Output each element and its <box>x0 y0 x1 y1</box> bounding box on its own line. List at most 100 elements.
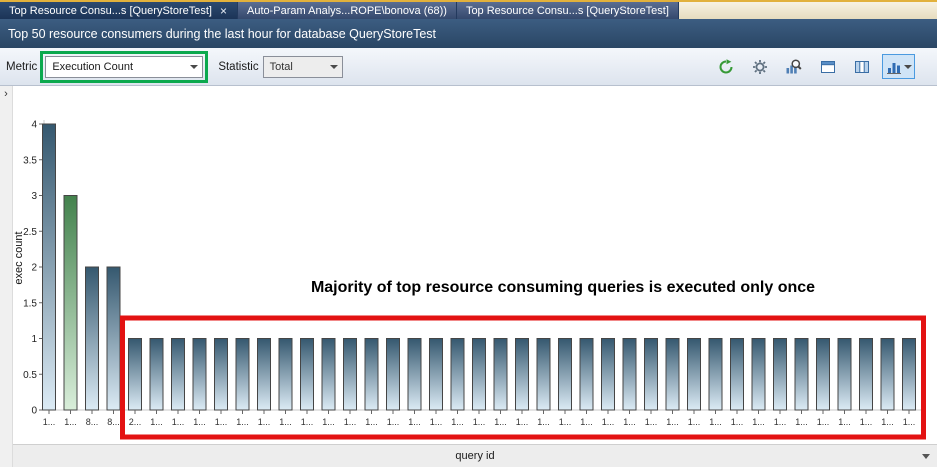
svg-text:1...: 1... <box>881 417 894 427</box>
svg-text:1...: 1... <box>795 417 808 427</box>
tab-close-icon[interactable]: × <box>219 6 228 16</box>
refresh-icon <box>718 59 734 75</box>
svg-text:1...: 1... <box>559 417 572 427</box>
bar[interactable] <box>559 339 572 411</box>
annotation-text: Majority of top resource consuming queri… <box>311 279 815 296</box>
svg-text:1...: 1... <box>731 417 744 427</box>
svg-text:1...: 1... <box>516 417 529 427</box>
svg-text:1...: 1... <box>817 417 830 427</box>
svg-text:2...: 2... <box>129 417 142 427</box>
bar[interactable] <box>86 267 99 410</box>
chevron-down-icon <box>904 65 912 69</box>
bar[interactable] <box>752 339 765 411</box>
bar[interactable] <box>688 339 701 411</box>
bar[interactable] <box>580 339 593 411</box>
svg-text:1...: 1... <box>451 417 464 427</box>
svg-text:1...: 1... <box>193 417 206 427</box>
tab-top-resource-consumers-1[interactable]: Top Resource Consu...s [QueryStoreTest] … <box>0 2 238 19</box>
bar[interactable] <box>150 339 163 411</box>
bar[interactable] <box>107 267 120 410</box>
bar-highlighted[interactable] <box>64 196 77 411</box>
statistic-dropdown[interactable]: Total <box>263 56 343 78</box>
bar[interactable] <box>494 339 507 411</box>
x-axis-strip: query id <box>13 444 937 467</box>
bar[interactable] <box>881 339 894 411</box>
statistic-label: Statistic <box>218 61 258 73</box>
svg-text:1.5: 1.5 <box>23 298 37 309</box>
bar[interactable] <box>129 339 142 411</box>
settings-button[interactable] <box>746 54 773 79</box>
tab-auto-param-analysis[interactable]: Auto-Param Analys...ROPE\bonova (68)) <box>238 2 457 19</box>
svg-text:1: 1 <box>31 334 37 345</box>
bar[interactable] <box>602 339 615 411</box>
metric-label: Metric <box>6 61 37 73</box>
bar[interactable] <box>666 339 679 411</box>
bar[interactable] <box>731 339 744 411</box>
svg-text:1...: 1... <box>172 417 185 427</box>
bar[interactable] <box>236 339 249 411</box>
bar[interactable] <box>193 339 206 411</box>
bar[interactable] <box>451 339 464 411</box>
bar[interactable] <box>709 339 722 411</box>
x-axis-selector-chevron[interactable] <box>922 454 930 459</box>
svg-text:1...: 1... <box>430 417 443 427</box>
window-view-button[interactable] <box>814 54 841 79</box>
bar[interactable] <box>860 339 873 411</box>
bar[interactable] <box>279 339 292 411</box>
bar[interactable] <box>795 339 808 411</box>
svg-text:8...: 8... <box>86 417 99 427</box>
refresh-button[interactable] <box>712 54 739 79</box>
metric-dropdown[interactable]: Execution Count <box>45 56 203 78</box>
x-axis-title: query id <box>455 450 494 462</box>
bar[interactable] <box>645 339 658 411</box>
bar[interactable] <box>215 339 228 411</box>
svg-text:1...: 1... <box>494 417 507 427</box>
svg-text:8...: 8... <box>107 417 120 427</box>
svg-text:4: 4 <box>31 120 37 131</box>
bar[interactable] <box>43 124 56 410</box>
toolbar-icon-group <box>712 54 915 79</box>
svg-text:1...: 1... <box>387 417 400 427</box>
bar[interactable] <box>430 339 443 411</box>
svg-text:1...: 1... <box>365 417 378 427</box>
view-query-magnifier-icon <box>785 59 802 75</box>
bar[interactable] <box>817 339 830 411</box>
bar[interactable] <box>322 339 335 411</box>
bar[interactable] <box>365 339 378 411</box>
bar[interactable] <box>903 339 916 411</box>
bar[interactable] <box>344 339 357 411</box>
chart-view-button[interactable] <box>882 54 915 79</box>
svg-text:1...: 1... <box>860 417 873 427</box>
svg-text:1...: 1... <box>258 417 271 427</box>
svg-text:1...: 1... <box>537 417 550 427</box>
svg-text:1...: 1... <box>666 417 679 427</box>
svg-text:2: 2 <box>31 263 37 274</box>
chart-area: exec count 00.511.522.533.541...1...8...… <box>13 86 937 444</box>
report-title-bar: Top 50 resource consumers during the las… <box>0 19 937 48</box>
bar[interactable] <box>516 339 529 411</box>
bar[interactable] <box>473 339 486 411</box>
bar[interactable] <box>301 339 314 411</box>
svg-text:1...: 1... <box>279 417 292 427</box>
bar[interactable] <box>774 339 787 411</box>
tab-label: Top Resource Consu...s [QueryStoreTest] <box>466 5 669 17</box>
svg-text:1...: 1... <box>344 417 357 427</box>
bar[interactable] <box>537 339 550 411</box>
tab-top-resource-consumers-2[interactable]: Top Resource Consu...s [QueryStoreTest] <box>457 2 679 19</box>
metric-dropdown-value: Execution Count <box>52 61 133 73</box>
bar[interactable] <box>623 339 636 411</box>
svg-text:0: 0 <box>31 406 37 417</box>
svg-text:2.5: 2.5 <box>23 227 37 238</box>
bar[interactable] <box>258 339 271 411</box>
svg-text:1...: 1... <box>752 417 765 427</box>
expand-panel-chevron[interactable]: › <box>4 89 8 99</box>
bar[interactable] <box>172 339 185 411</box>
query-store-window: Top Resource Consu...s [QueryStoreTest] … <box>0 0 937 467</box>
bar[interactable] <box>387 339 400 411</box>
bar[interactable] <box>838 339 851 411</box>
view-query-button[interactable] <box>780 54 807 79</box>
svg-text:1...: 1... <box>580 417 593 427</box>
grid-view-button[interactable] <box>848 54 875 79</box>
bar[interactable] <box>408 339 421 411</box>
settings-gear-icon <box>752 59 768 75</box>
